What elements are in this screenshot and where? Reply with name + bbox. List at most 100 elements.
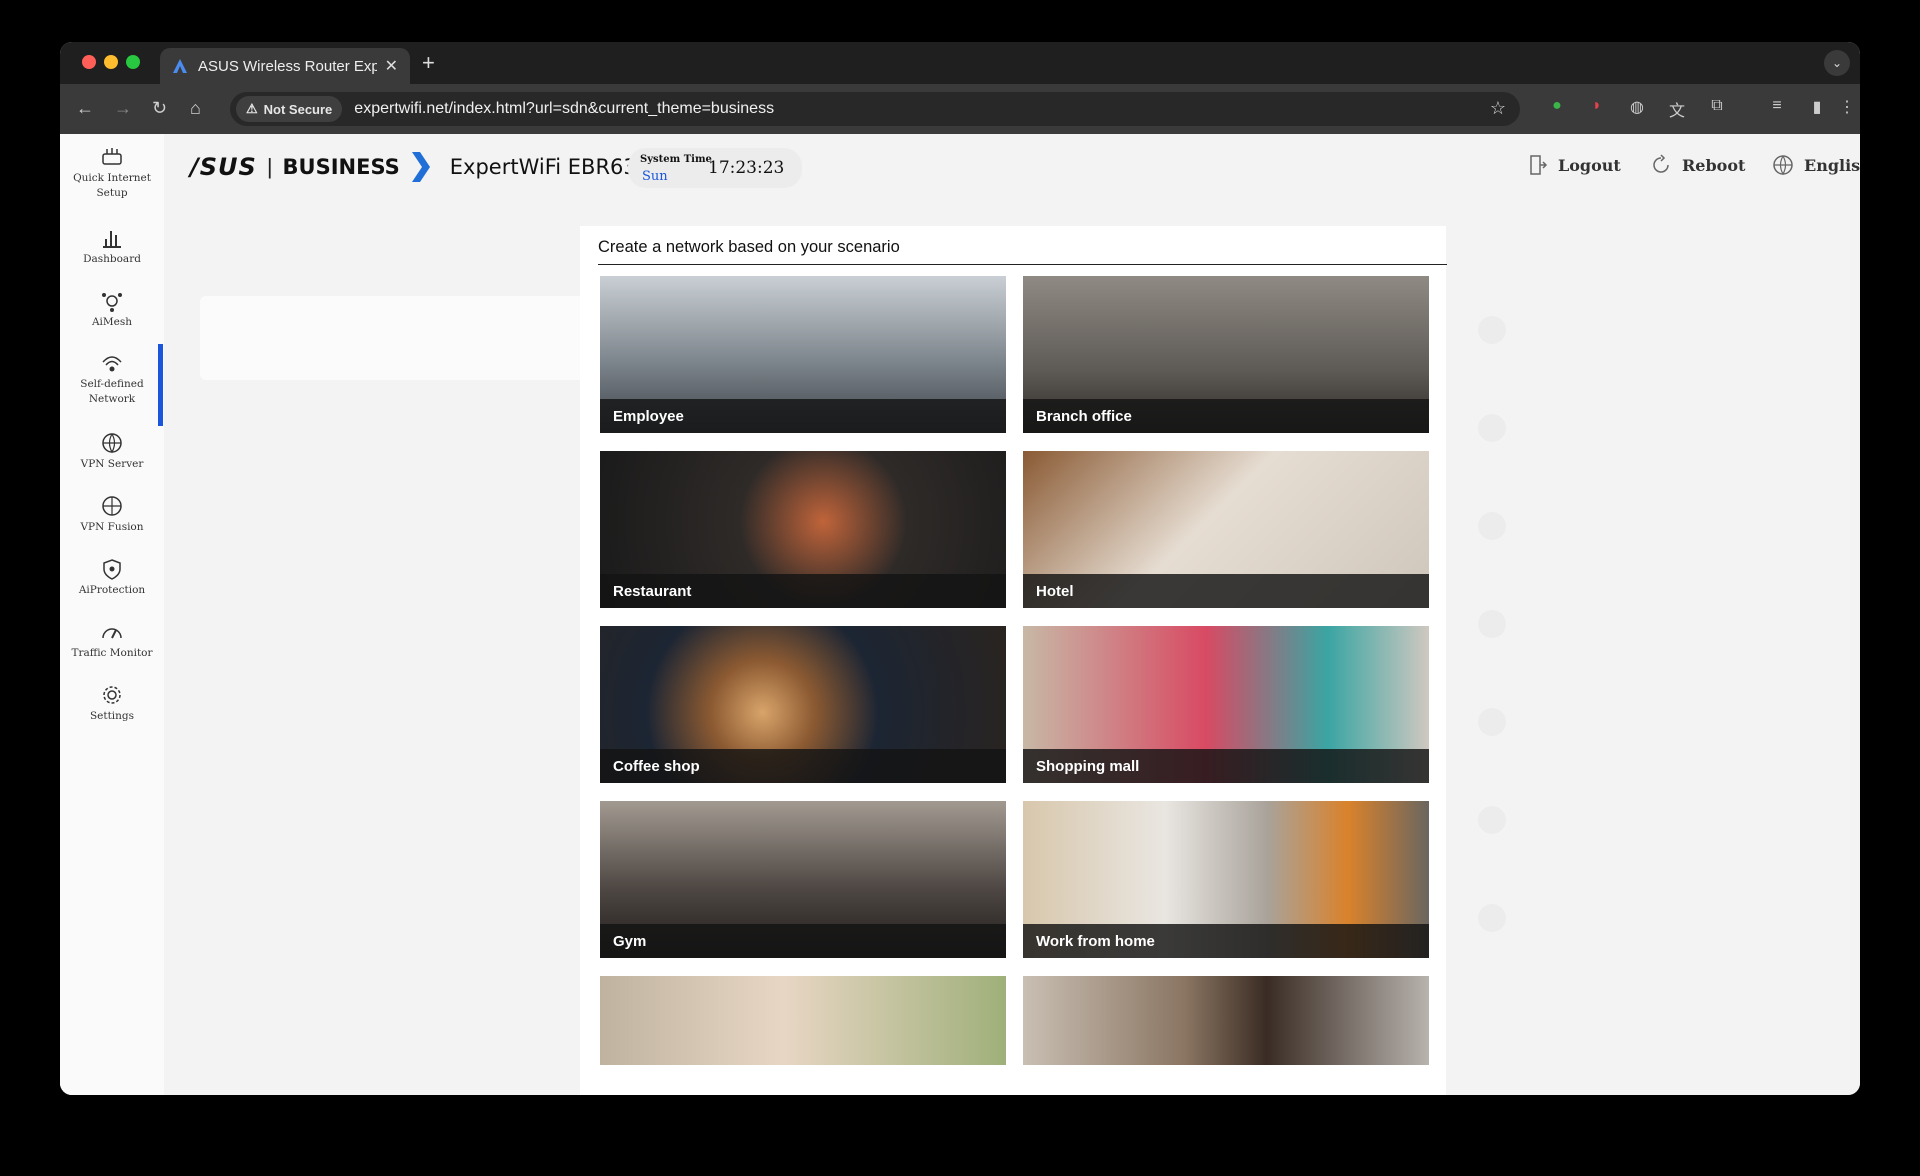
router-app: Quick Internet Setup Dashboard AiMesh Se… bbox=[60, 134, 1860, 1095]
sidebar-item-label: Traffic Monitor bbox=[71, 647, 153, 659]
address-bar[interactable]: ⚠ Not Secure expertwifi.net/index.html?ur… bbox=[230, 92, 1520, 126]
brand-chevron-icon bbox=[411, 152, 430, 182]
background-panel bbox=[200, 296, 590, 380]
browser-tab[interactable]: ASUS Wireless Router Exper ✕ bbox=[160, 48, 410, 84]
traffic-monitor-icon bbox=[102, 628, 122, 639]
security-label: Not Secure bbox=[263, 101, 333, 117]
forward-arrow-icon[interactable]: → bbox=[114, 98, 132, 119]
sidebar-item-label: Self-defined bbox=[80, 378, 144, 390]
zoom-window-button[interactable] bbox=[126, 55, 140, 69]
scenario-card-restaurant[interactable]: Restaurant bbox=[600, 451, 1006, 608]
shield-icon bbox=[103, 559, 121, 580]
new-tab-button[interactable]: + bbox=[422, 50, 435, 76]
dashboard-icon bbox=[103, 231, 121, 248]
title-divider bbox=[598, 264, 1447, 265]
language-label: English bbox=[1804, 155, 1860, 175]
background-toggle bbox=[1478, 512, 1506, 540]
browser-window: ASUS Wireless Router Exper ✕ + ⌄ ← → ↻ ⌂… bbox=[60, 42, 1860, 1095]
scenario-card-employee[interactable]: Employee bbox=[600, 276, 1006, 433]
back-arrow-icon[interactable]: ← bbox=[76, 98, 94, 119]
security-indicator[interactable]: ⚠ Not Secure bbox=[236, 96, 343, 122]
background-toggle bbox=[1478, 414, 1506, 442]
tab-search-button[interactable]: ⌄ bbox=[1824, 50, 1850, 76]
sidebar-item-traffic-monitor[interactable]: Traffic Monitor bbox=[60, 621, 164, 661]
scenario-card-work-from-home[interactable]: Work from home bbox=[1023, 801, 1429, 958]
scenario-dialog: Create a network based on your scenario … bbox=[580, 226, 1447, 1095]
scenario-label: Gym bbox=[600, 924, 1006, 958]
extensions-puzzle-icon[interactable]: ⧉ bbox=[1706, 97, 1728, 119]
sidebar-item-label: Network bbox=[88, 393, 136, 405]
self-defined-network-icon bbox=[102, 356, 122, 372]
scenario-card-coffee-shop[interactable]: Coffee shop bbox=[600, 626, 1006, 783]
business-label: BUSINESS bbox=[282, 155, 400, 179]
logout-icon bbox=[1530, 155, 1548, 175]
sidebar-item-label: AiProtection bbox=[78, 584, 146, 596]
router-model: ExpertWiFi EBR63 bbox=[449, 155, 637, 179]
reboot-label: Reboot bbox=[1682, 155, 1746, 175]
background-toggle bbox=[1478, 610, 1506, 638]
system-time-day: Sun bbox=[642, 169, 668, 184]
scenario-label: Restaurant bbox=[600, 574, 1006, 608]
close-window-button[interactable] bbox=[82, 55, 96, 69]
side-panel-icon[interactable]: ▮ bbox=[1806, 97, 1828, 119]
scenario-card-branch-office[interactable]: Branch office bbox=[1023, 276, 1429, 433]
url-text[interactable]: expertwifi.net/index.html?url=sdn&curren… bbox=[354, 100, 774, 118]
gear-icon bbox=[103, 686, 121, 704]
menu-kebab-icon[interactable]: ⋮ bbox=[1836, 97, 1858, 119]
scenario-card-shopping-mall[interactable]: Shopping mall bbox=[1023, 626, 1429, 783]
brand-logo[interactable]: /SUS | BUSINESS ExpertWiFi EBR63 bbox=[190, 152, 637, 182]
scenario-card-partial[interactable] bbox=[600, 976, 1006, 1065]
sidebar-item-settings[interactable]: Settings bbox=[60, 684, 164, 724]
sidebar-item-label: Dashboard bbox=[83, 253, 141, 265]
scenario-card-gym[interactable]: Gym bbox=[600, 801, 1006, 958]
globe-icon bbox=[1773, 155, 1793, 176]
sidebar-item-self-defined-network[interactable]: Self-defined Network bbox=[60, 352, 164, 407]
scenario-label: Hotel bbox=[1023, 574, 1429, 608]
minimize-window-button[interactable] bbox=[104, 55, 118, 69]
pocket-icon[interactable]: ◗ bbox=[1586, 97, 1608, 119]
extension-globe-icon[interactable]: ◍ bbox=[1626, 97, 1648, 119]
background-toggle bbox=[1478, 316, 1506, 344]
system-time-widget: System Time Sun 17:23:23 bbox=[628, 148, 802, 188]
sidebar-item-label: VPN Server bbox=[80, 458, 144, 470]
sidebar-item-aimesh[interactable]: AiMesh bbox=[60, 290, 164, 330]
sidebar-item-label: VPN Fusion bbox=[80, 521, 144, 533]
sidebar: Quick Internet Setup Dashboard AiMesh Se… bbox=[60, 134, 164, 1095]
logo-divider: | bbox=[266, 154, 273, 179]
sidebar-item-vpn-server[interactable]: VPN Server bbox=[60, 432, 164, 472]
reboot-button[interactable]: Reboot bbox=[1650, 154, 1745, 176]
vpn-server-icon bbox=[102, 433, 122, 454]
sidebar-item-label: Setup bbox=[96, 187, 128, 199]
active-indicator bbox=[158, 344, 163, 426]
system-time-clock: 17:23:23 bbox=[708, 158, 785, 178]
sidebar-item-aiprotection[interactable]: AiProtection bbox=[60, 558, 164, 598]
background-toggle bbox=[1478, 806, 1506, 834]
router-setup-icon bbox=[102, 148, 122, 165]
scenario-label: Employee bbox=[600, 399, 1006, 433]
scenario-photo bbox=[600, 976, 1006, 1065]
sidebar-item-quick-internet-setup[interactable]: Quick Internet Setup bbox=[60, 146, 164, 201]
tab-close-icon[interactable]: ✕ bbox=[385, 56, 398, 76]
home-icon[interactable]: ⌂ bbox=[190, 98, 201, 119]
language-selector[interactable]: English ▼ bbox=[1772, 154, 1860, 176]
scenario-label: Shopping mall bbox=[1023, 749, 1429, 783]
reading-list-icon[interactable]: ≡ bbox=[1766, 97, 1788, 119]
extension-green-icon[interactable]: ● bbox=[1546, 97, 1568, 119]
bookmark-star-icon[interactable]: ☆ bbox=[1490, 98, 1506, 119]
asus-favicon-icon bbox=[173, 59, 187, 73]
sidebar-item-vpn-fusion[interactable]: VPN Fusion bbox=[60, 495, 164, 535]
scenario-card-partial[interactable] bbox=[1023, 976, 1429, 1065]
scenario-label: Branch office bbox=[1023, 399, 1429, 433]
logout-button[interactable]: Logout bbox=[1528, 154, 1621, 176]
tab-strip: ASUS Wireless Router Exper ✕ + ⌄ bbox=[60, 42, 1860, 84]
sidebar-item-label: Quick Internet bbox=[73, 172, 151, 184]
asus-logo: /SUS bbox=[190, 153, 257, 181]
browser-toolbar: ← → ↻ ⌂ ⚠ Not Secure expertwifi.net/index… bbox=[60, 84, 1860, 134]
scenario-card-hotel[interactable]: Hotel bbox=[1023, 451, 1429, 608]
sidebar-item-dashboard[interactable]: Dashboard bbox=[60, 227, 164, 267]
extension-translate-icon[interactable]: 文 bbox=[1666, 97, 1688, 120]
reload-icon[interactable]: ↻ bbox=[152, 98, 167, 119]
scenario-photo bbox=[1023, 976, 1429, 1065]
dialog-title: Create a network based on your scenario bbox=[598, 238, 900, 256]
background-toggle bbox=[1478, 904, 1506, 932]
